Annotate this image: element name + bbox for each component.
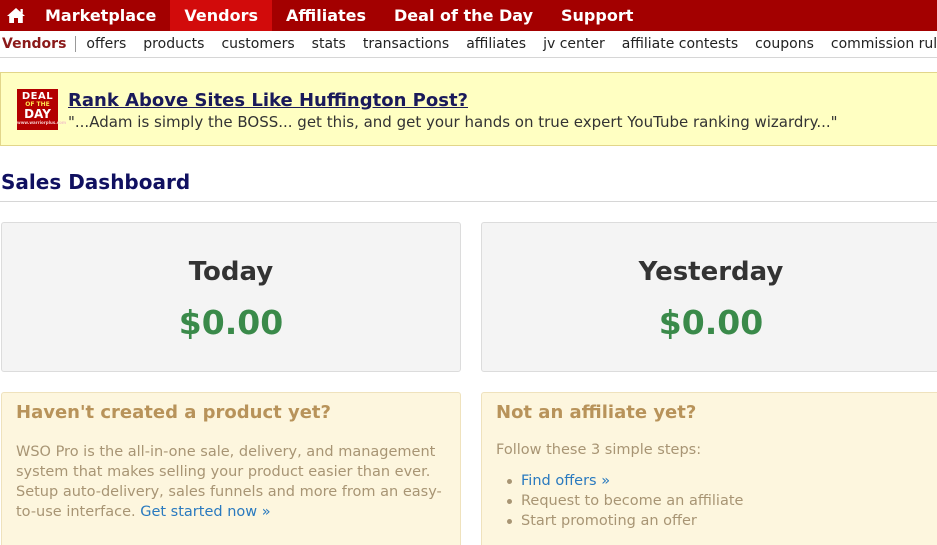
subnav-stats[interactable]: stats (302, 36, 353, 52)
top-nav: Marketplace Vendors Affiliates Deal of t… (0, 0, 937, 31)
subnav-transactions[interactable]: transactions (353, 36, 456, 52)
subnav-customers[interactable]: customers (211, 36, 301, 52)
subnav-jv-center[interactable]: jv center (533, 36, 612, 52)
subnav-section-title: Vendors (0, 36, 77, 52)
subnav-affiliate-contests[interactable]: affiliate contests (612, 36, 745, 52)
yesterday-value: $0.00 (658, 303, 764, 342)
today-label: Today (188, 257, 274, 287)
yesterday-sales-card: Yesterday $0.00 (481, 222, 937, 372)
nav-support[interactable]: Support (547, 0, 647, 31)
affiliate-steps-list: Find offers » Request to become an affil… (506, 471, 744, 531)
today-sales-card: Today $0.00 (1, 222, 461, 372)
home-button[interactable] (0, 0, 31, 31)
create-product-title: Haven't created a product yet? (16, 402, 331, 423)
logo-line-day: DAY (24, 107, 51, 121)
list-item: Find offers » (506, 471, 743, 491)
create-product-box: Haven't created a product yet? WSO Pro i… (1, 392, 461, 545)
subnav-coupons[interactable]: coupons (745, 36, 821, 52)
banner-title-link[interactable]: Rank Above Sites Like Huffington Post? (68, 90, 468, 111)
logo-line-url: www.warriorplus.com (17, 120, 67, 125)
home-icon (6, 8, 25, 23)
deal-banner: DEAL OF THE DAY www.warriorplus.com Rank… (0, 72, 937, 146)
nav-affiliates[interactable]: Affiliates (272, 0, 380, 31)
deal-of-the-day-logo[interactable]: DEAL OF THE DAY www.warriorplus.com (17, 89, 67, 130)
subnav-affiliates[interactable]: affiliates (456, 36, 533, 52)
find-offers-link[interactable]: Find offers » (521, 473, 610, 489)
nav-vendors[interactable]: Vendors (170, 0, 272, 31)
subnav-products[interactable]: products (133, 36, 211, 52)
create-product-text: WSO Pro is the all-in-one sale, delivery… (16, 442, 446, 522)
list-item: Start promoting an offer (506, 511, 743, 531)
become-affiliate-title: Not an affiliate yet? (496, 402, 697, 423)
today-value: $0.00 (178, 303, 284, 342)
list-item: Request to become an affiliate (506, 493, 744, 509)
banner-quote: "...Adam is simply the BOSS... get this,… (68, 113, 838, 131)
nav-deal-of-the-day[interactable]: Deal of the Day (380, 0, 547, 31)
divider (0, 201, 937, 202)
get-started-link[interactable]: Get started now » (140, 504, 270, 520)
nav-marketplace[interactable]: Marketplace (31, 0, 170, 31)
subnav-commission-rules[interactable]: commission rules (821, 36, 937, 52)
page-title: Sales Dashboard (1, 170, 191, 194)
subnav-offers[interactable]: offers (76, 36, 133, 52)
yesterday-label: Yesterday (638, 257, 784, 287)
affiliate-steps-intro: Follow these 3 simple steps: (496, 442, 702, 458)
become-affiliate-box: Not an affiliate yet? Follow these 3 sim… (481, 392, 937, 545)
sub-nav: Vendors offers products customers stats … (0, 31, 937, 58)
